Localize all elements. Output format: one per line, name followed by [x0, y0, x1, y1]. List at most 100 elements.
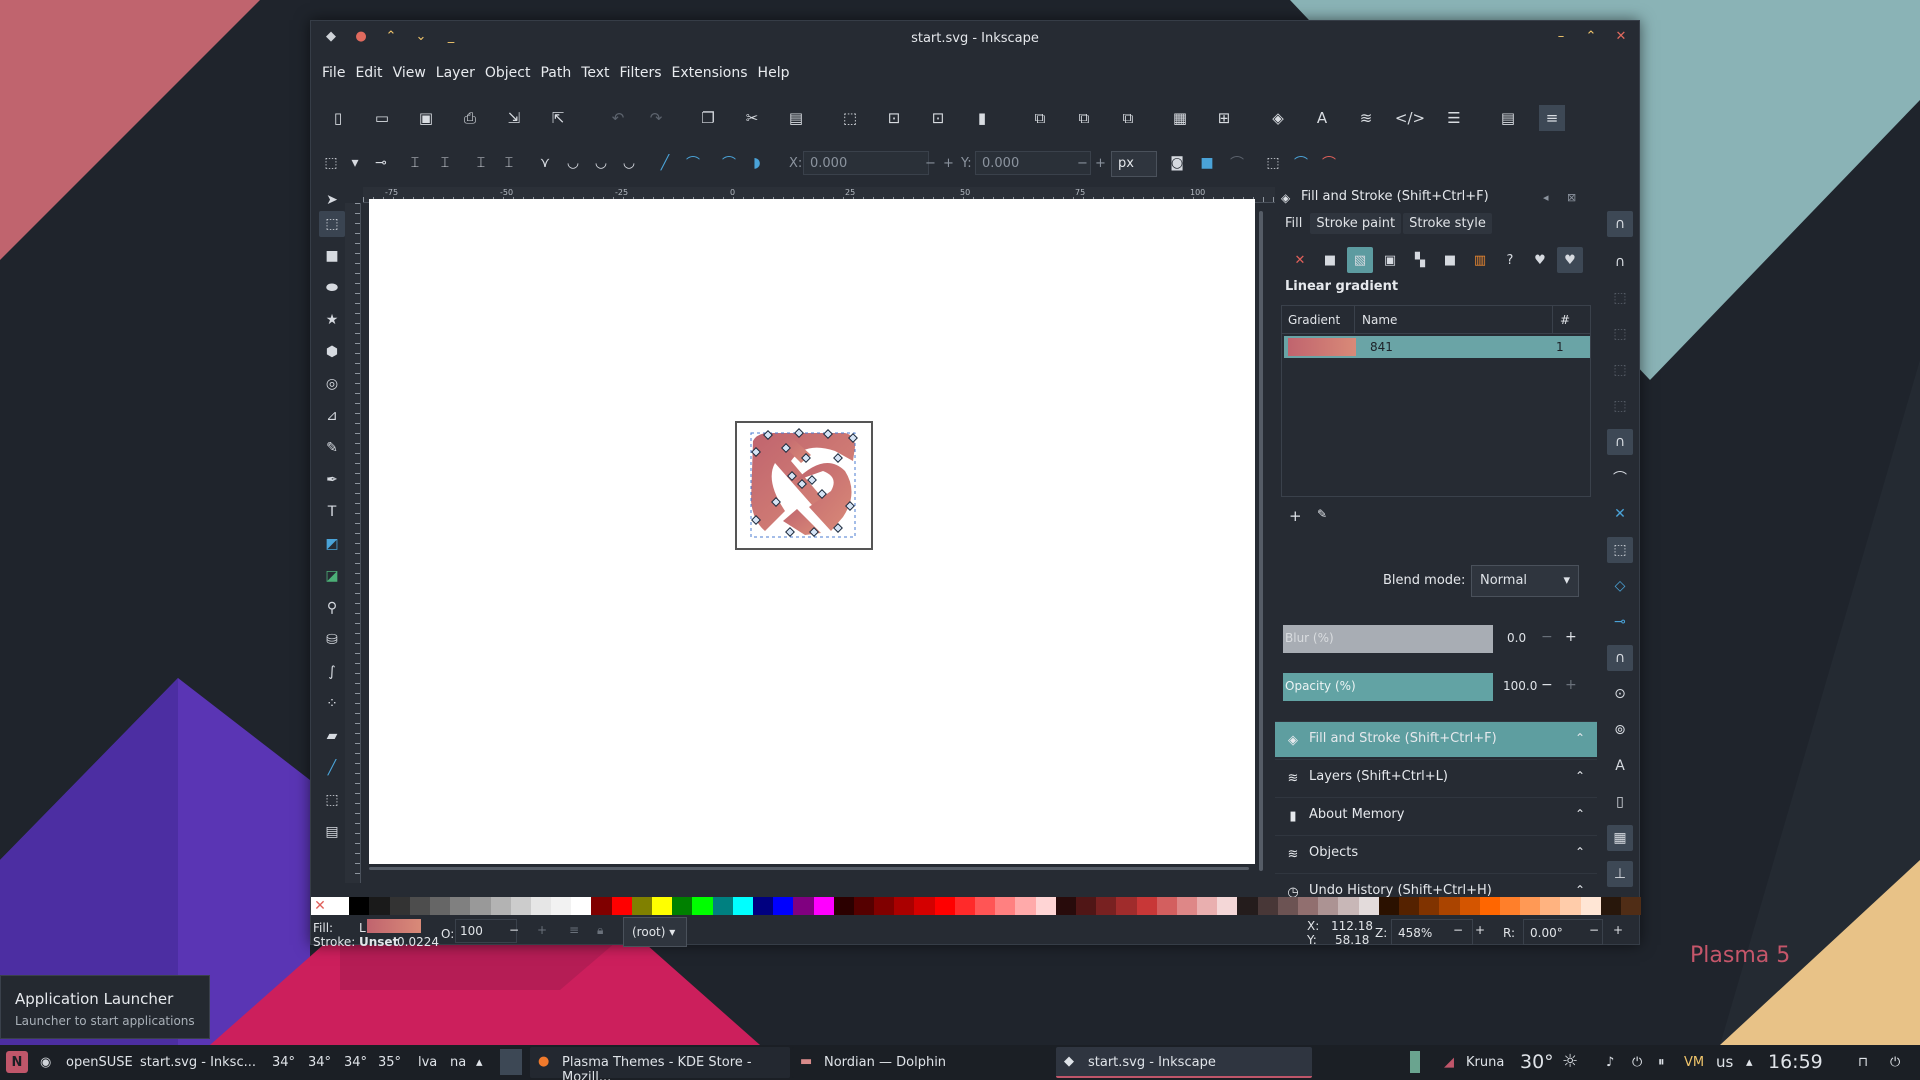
- unset-paint-icon[interactable]: ?: [1497, 247, 1523, 273]
- palette-swatch[interactable]: [954, 897, 975, 915]
- snap-toggle-icon[interactable]: ∩: [1607, 211, 1633, 237]
- menu-text[interactable]: Text: [576, 65, 614, 87]
- unit-select[interactable]: px: [1111, 151, 1157, 177]
- palette-swatch[interactable]: [611, 897, 632, 915]
- add-gradient-icon[interactable]: +: [1289, 507, 1302, 525]
- application-launcher-icon[interactable]: N: [6, 1051, 28, 1073]
- export-icon[interactable]: ⇱: [545, 105, 571, 131]
- snap-center-icon[interactable]: ⊙: [1607, 681, 1633, 707]
- chevron-up-icon[interactable]: ⌃: [1575, 845, 1585, 859]
- object-to-path-icon[interactable]: ⌒: [717, 151, 741, 175]
- insert-node-icon[interactable]: ⊸: [369, 151, 393, 175]
- palette-swatch[interactable]: [450, 897, 471, 915]
- minimize-icon[interactable]: –: [1553, 29, 1569, 44]
- palette-swatch[interactable]: [470, 897, 491, 915]
- palette-swatch[interactable]: [490, 897, 511, 915]
- layers-icon[interactable]: ≋: [1353, 105, 1379, 131]
- gradient-list[interactable]: Gradient Name # 841 1: [1281, 305, 1591, 497]
- keyboard-layout[interactable]: us: [1716, 1053, 1733, 1071]
- rotation-plus-icon[interactable]: +: [1613, 923, 1623, 937]
- palette-swatch[interactable]: [1600, 897, 1621, 915]
- chevron-up-icon[interactable]: ⌃: [1575, 883, 1585, 897]
- measure-tool-icon[interactable]: ⊿: [319, 403, 345, 429]
- palette-swatch[interactable]: [1560, 897, 1581, 915]
- preferences-icon[interactable]: ≡: [1539, 105, 1565, 131]
- mesh-gradient-icon[interactable]: ▚: [1407, 247, 1433, 273]
- palette-swatch[interactable]: [975, 897, 996, 915]
- canvas-horizontal-scrollbar[interactable]: [369, 867, 1249, 870]
- zoom-selection-icon[interactable]: ⬚: [837, 105, 863, 131]
- cut-icon[interactable]: ✂: [739, 105, 765, 131]
- dock-float-icon[interactable]: ◂: [1543, 191, 1549, 204]
- palette-swatch[interactable]: [652, 897, 673, 915]
- join-segment-icon[interactable]: ⌶: [497, 151, 521, 175]
- palette-swatch[interactable]: [1298, 897, 1319, 915]
- node-auto-icon[interactable]: ◡: [617, 151, 641, 175]
- task-firefox[interactable]: ● Plasma Themes - KDE Store - Mozill...: [530, 1047, 790, 1080]
- stroke-to-path-icon[interactable]: ◗: [745, 151, 769, 175]
- blend-mode-select[interactable]: Normal ▾: [1471, 565, 1579, 597]
- text-tool-icon[interactable]: T: [319, 499, 345, 525]
- palette-swatch[interactable]: [409, 897, 430, 915]
- selector-tool-icon[interactable]: ➤: [319, 187, 345, 213]
- palette-swatch[interactable]: [712, 897, 733, 915]
- menu-extensions[interactable]: Extensions: [667, 65, 753, 87]
- duplicate-icon[interactable]: ⧉: [1027, 105, 1053, 131]
- x-field[interactable]: 0.000: [803, 151, 929, 175]
- palette-swatch[interactable]: [1035, 897, 1056, 915]
- opacity-minus-icon[interactable]: −: [509, 923, 519, 937]
- palette-swatch[interactable]: [1015, 897, 1036, 915]
- opacity-value[interactable]: 100.0: [1503, 679, 1537, 693]
- bell-icon[interactable]: ♪: [1606, 1055, 1614, 1070]
- save-icon[interactable]: ▣: [413, 105, 439, 131]
- fill-rule-evenodd-icon[interactable]: ♥: [1527, 247, 1553, 273]
- dock-fill-stroke[interactable]: ◈ Fill and Stroke (Shift+Ctrl+F) ⌃: [1275, 721, 1597, 757]
- palette-swatch[interactable]: [1459, 897, 1480, 915]
- dock-about-memory[interactable]: ▮ About Memory ⌃: [1275, 797, 1597, 833]
- star-tool-icon[interactable]: ★: [319, 307, 345, 333]
- menu-view[interactable]: View: [388, 65, 431, 87]
- palette-swatch[interactable]: [1217, 897, 1238, 915]
- break-path-icon[interactable]: ⌶: [469, 151, 493, 175]
- palette-swatch[interactable]: [510, 897, 531, 915]
- show-handles-icon[interactable]: ⌒: [1289, 151, 1313, 175]
- menu-filters[interactable]: Filters: [615, 65, 667, 87]
- chevron-up-icon[interactable]: ⌃: [1575, 731, 1585, 745]
- menu-file[interactable]: File: [317, 65, 350, 87]
- snap-rotation-icon[interactable]: ⊚: [1607, 717, 1633, 743]
- copy-icon[interactable]: ❐: [695, 105, 721, 131]
- palette-swatch[interactable]: [732, 897, 753, 915]
- show-path-effect-icon[interactable]: ⌒: [1225, 151, 1249, 175]
- dock-layers[interactable]: ≋ Layers (Shift+Ctrl+L) ⌃: [1275, 759, 1597, 795]
- blur-plus-icon[interactable]: +: [1565, 629, 1577, 645]
- 3dbox-tool-icon[interactable]: ⬢: [319, 339, 345, 365]
- vpn-icon[interactable]: VM: [1684, 1055, 1704, 1070]
- undo-icon[interactable]: ↶: [605, 105, 631, 131]
- palette-swatch[interactable]: [894, 897, 915, 915]
- zoom-page-icon[interactable]: ⊡: [925, 105, 951, 131]
- gradient-tool-icon[interactable]: ▤: [319, 819, 345, 845]
- snap-smooth-icon[interactable]: ◇: [1607, 573, 1633, 599]
- palette-swatch[interactable]: [672, 897, 693, 915]
- snap-intersection-icon[interactable]: ✕: [1607, 501, 1633, 527]
- palette-swatch[interactable]: [1096, 897, 1117, 915]
- pager-icon[interactable]: [500, 1049, 522, 1075]
- spiral-tool-icon[interactable]: ◎: [319, 371, 345, 397]
- chevron-up-icon[interactable]: ▴: [476, 1055, 483, 1070]
- os-name[interactable]: openSUSE: [66, 1055, 133, 1070]
- menu-edit[interactable]: Edit: [350, 65, 387, 87]
- palette-swatch[interactable]: [429, 897, 451, 915]
- palette-swatch[interactable]: [874, 897, 895, 915]
- chevron-up-icon[interactable]: ⌃: [1575, 807, 1585, 821]
- palette-swatch[interactable]: [1358, 897, 1379, 915]
- snap-bbox-corner-icon[interactable]: ⬚: [1607, 321, 1633, 347]
- swatch-icon[interactable]: ▥: [1467, 247, 1493, 273]
- linear-gradient-icon[interactable]: ▧: [1347, 247, 1373, 273]
- col-gradient[interactable]: Gradient: [1288, 313, 1340, 327]
- redo-icon[interactable]: ↷: [643, 105, 669, 131]
- fill-swatch[interactable]: [367, 919, 421, 933]
- palette-swatch[interactable]: [551, 897, 572, 915]
- snap-page-icon[interactable]: ▯: [1607, 789, 1633, 815]
- palette-swatch[interactable]: [1621, 897, 1642, 915]
- zoom-minus-icon[interactable]: −: [1453, 923, 1463, 937]
